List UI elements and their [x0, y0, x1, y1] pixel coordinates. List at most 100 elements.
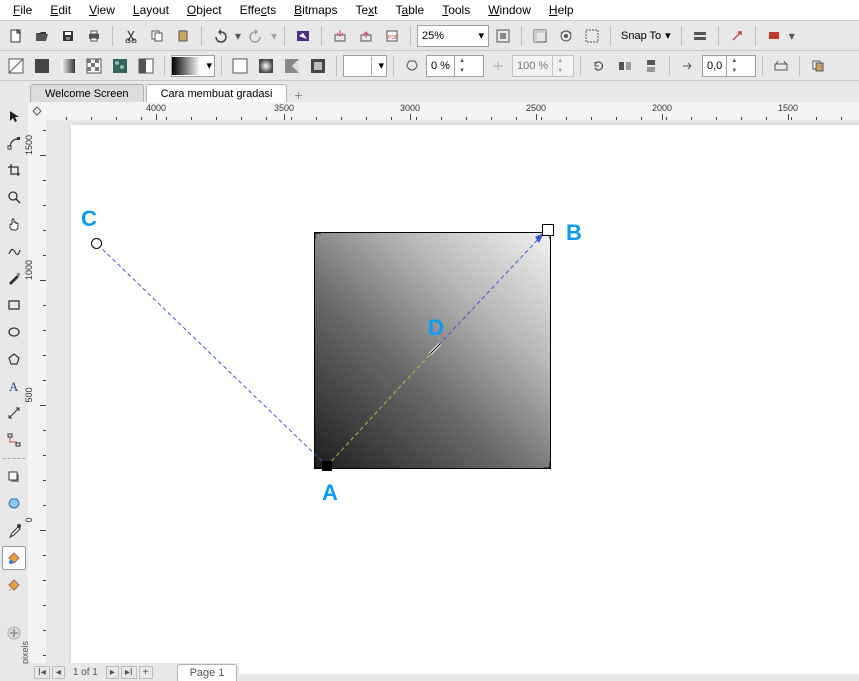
rectangle-tool[interactable]: [2, 293, 26, 317]
zoom-combo[interactable]: 25%▾: [417, 25, 489, 47]
redo-dropdown[interactable]: ▾: [270, 25, 278, 47]
linear-gradient-button[interactable]: [228, 54, 252, 78]
launch-button[interactable]: [725, 24, 749, 48]
reverse-fill-button[interactable]: [587, 54, 611, 78]
crop-tool[interactable]: [2, 158, 26, 182]
publish-pdf-button[interactable]: PDF: [380, 24, 404, 48]
full-screen-button[interactable]: [491, 24, 515, 48]
search-content-button[interactable]: [291, 24, 315, 48]
undo-dropdown[interactable]: ▾: [234, 25, 242, 47]
nav-last[interactable]: ▸I: [121, 666, 137, 679]
texture-fill-button[interactable]: [108, 54, 132, 78]
free-scale-button[interactable]: [769, 54, 793, 78]
menu-view[interactable]: View: [80, 2, 124, 18]
options-button[interactable]: [688, 24, 712, 48]
property-bar: ▾ ▾ 0 %▲▼ 100 %▲▼ 0,0▲▼: [0, 51, 859, 81]
label-c: C: [81, 206, 97, 232]
page-navigator: I◂ ◂ 1 of 1 ▸ ▸I + Page 1: [28, 663, 239, 681]
color-eyedropper-tool[interactable]: [2, 519, 26, 543]
offset-field[interactable]: 0,0▲▼: [702, 55, 756, 77]
app-dropdown[interactable]: ▾: [788, 25, 796, 47]
smart-fill-tool[interactable]: [2, 573, 26, 597]
copy-button[interactable]: [145, 24, 169, 48]
fountain-fill-button[interactable]: [56, 54, 80, 78]
drop-shadow-tool[interactable]: [2, 465, 26, 489]
app-button[interactable]: [762, 24, 786, 48]
menu-effects[interactable]: Effects: [231, 2, 285, 18]
open-button[interactable]: [30, 24, 54, 48]
shape-tool[interactable]: [2, 131, 26, 155]
export-button[interactable]: [354, 24, 378, 48]
menu-object[interactable]: Object: [178, 2, 231, 18]
transparency-tool[interactable]: [2, 492, 26, 516]
gradient-rectangle[interactable]: [314, 232, 551, 469]
menu-bitmaps[interactable]: Bitmaps: [285, 2, 346, 18]
polygon-tool[interactable]: [2, 347, 26, 371]
mirror-v-button[interactable]: [639, 54, 663, 78]
redo-button[interactable]: [244, 24, 268, 48]
transparency-icon: [400, 54, 424, 78]
copy-fill-button[interactable]: [806, 54, 830, 78]
cut-button[interactable]: [119, 24, 143, 48]
menu-window[interactable]: Window: [479, 2, 540, 18]
text-tool[interactable]: A: [2, 374, 26, 398]
canvas-area: 400035003000250020001500 150010005000: [28, 102, 859, 674]
gradient-skew-handle[interactable]: [91, 238, 102, 249]
pick-tool[interactable]: [2, 104, 26, 128]
new-button[interactable]: [4, 24, 28, 48]
zoom-value: 25%: [422, 30, 444, 42]
snap-to-combo[interactable]: Snap To ▾: [617, 26, 675, 46]
menu-help[interactable]: Help: [540, 2, 583, 18]
nav-add-page[interactable]: +: [139, 666, 153, 679]
ruler-vertical[interactable]: 150010005000: [28, 120, 47, 674]
menu-layout[interactable]: Layout: [124, 2, 178, 18]
page-tab-1[interactable]: Page 1: [177, 664, 238, 681]
conical-gradient-button[interactable]: [280, 54, 304, 78]
node-color-picker[interactable]: ▾: [343, 55, 387, 77]
show-rulers-button[interactable]: [528, 24, 552, 48]
menu-tools[interactable]: Tools: [433, 2, 479, 18]
ruler-horizontal[interactable]: 400035003000250020001500: [46, 102, 859, 121]
pan-tool[interactable]: [2, 212, 26, 236]
drawing-canvas[interactable]: A B C D: [46, 120, 859, 674]
gradient-start-handle[interactable]: [322, 461, 332, 471]
parallel-dim-tool[interactable]: [2, 401, 26, 425]
menu-bar: File Edit View Layout Object Effects Bit…: [0, 0, 859, 21]
undo-button[interactable]: [208, 24, 232, 48]
gradient-end-handle[interactable]: [542, 224, 554, 236]
tab-document-1[interactable]: Cara membuat gradasi: [146, 84, 288, 103]
save-button[interactable]: [56, 24, 80, 48]
nav-prev[interactable]: ◂: [52, 666, 65, 679]
connector-tool[interactable]: [2, 428, 26, 452]
postscript-fill-button[interactable]: [134, 54, 158, 78]
paste-button[interactable]: [171, 24, 195, 48]
fill-color-picker[interactable]: ▾: [171, 55, 215, 77]
zoom-tool[interactable]: [2, 185, 26, 209]
transparency-field[interactable]: 0 %▲▼: [426, 55, 484, 77]
no-fill-button[interactable]: [4, 54, 28, 78]
artistic-media-tool[interactable]: [2, 266, 26, 290]
tab-welcome[interactable]: Welcome Screen: [30, 84, 144, 103]
import-button[interactable]: [328, 24, 352, 48]
midpoint-field[interactable]: 100 %▲▼: [512, 55, 574, 77]
new-tab-button[interactable]: +: [289, 87, 307, 103]
show-grid-button[interactable]: [554, 24, 578, 48]
mirror-h-button[interactable]: [613, 54, 637, 78]
ellipse-tool[interactable]: [2, 320, 26, 344]
rectangular-gradient-button[interactable]: [306, 54, 330, 78]
menu-table[interactable]: Table: [387, 2, 434, 18]
menu-text[interactable]: Text: [346, 2, 386, 18]
nav-next[interactable]: ▸: [106, 666, 119, 679]
menu-edit[interactable]: Edit: [41, 2, 80, 18]
show-guidelines-button[interactable]: [580, 24, 604, 48]
nav-first[interactable]: I◂: [34, 666, 50, 679]
print-button[interactable]: [82, 24, 106, 48]
ruler-origin[interactable]: [28, 102, 47, 121]
uniform-fill-button[interactable]: [30, 54, 54, 78]
pattern-fill-button[interactable]: [82, 54, 106, 78]
freehand-tool[interactable]: [2, 239, 26, 263]
elliptical-gradient-button[interactable]: [254, 54, 278, 78]
svg-text:PDF: PDF: [388, 35, 398, 41]
interactive-fill-tool[interactable]: [2, 546, 26, 570]
menu-file[interactable]: File: [4, 2, 41, 18]
